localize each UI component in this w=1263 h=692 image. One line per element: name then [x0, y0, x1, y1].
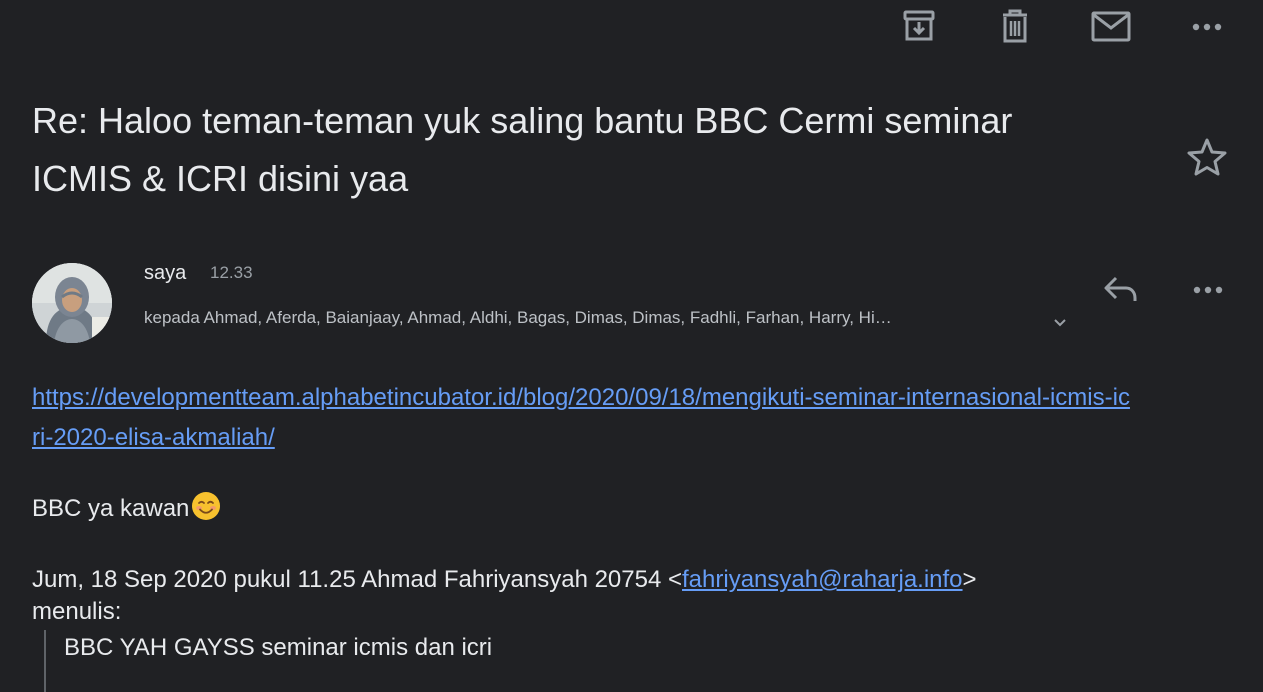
archive-icon: [903, 10, 935, 41]
more-options-button[interactable]: [1185, 4, 1229, 48]
email-subject: Re: Haloo teman-teman yuk saling bantu B…: [32, 100, 1013, 199]
star-icon: [1187, 138, 1227, 176]
quoted-sender-email-link[interactable]: fahriyansyah@raharja.info: [682, 566, 963, 593]
reply-button[interactable]: [1096, 264, 1144, 312]
smiling-face-emoji-icon: [192, 492, 221, 520]
body-text: BBC ya kawan: [32, 495, 190, 522]
more-horizontal-icon: [1193, 286, 1223, 294]
mark-unread-button[interactable]: [1089, 4, 1133, 48]
profile-photo: [32, 263, 112, 343]
chevron-down-icon: [1054, 319, 1066, 327]
sent-time: 12.33: [210, 263, 253, 282]
trash-icon: [1003, 9, 1027, 43]
quote-header-line2: menulis:: [32, 598, 122, 625]
star-button[interactable]: [1184, 134, 1230, 180]
email-view: Re: Haloo teman-teman yuk saling bantu B…: [0, 0, 1263, 692]
quote-header-suffix: >: [962, 566, 977, 593]
show-details-button[interactable]: [1048, 310, 1072, 334]
sender-name[interactable]: saya: [144, 259, 186, 287]
body-link[interactable]: https://developmentteam.alphabetincubato…: [32, 378, 1132, 458]
avatar[interactable]: [32, 263, 112, 343]
toolbar: [0, 0, 1263, 56]
message-more-button[interactable]: [1184, 264, 1232, 312]
recipients-list[interactable]: kepada Ahmad, Aferda, Baianjaay, Ahmad, …: [144, 305, 1036, 331]
archive-button[interactable]: [897, 4, 941, 48]
mail-icon: [1091, 11, 1131, 42]
quote-bar: [44, 630, 46, 692]
reply-icon: [1104, 276, 1137, 301]
delete-button[interactable]: [993, 4, 1037, 48]
quoted-text: BBC YAH GAYSS seminar icmis dan icri: [64, 634, 493, 661]
quote-header-prefix: Jum, 18 Sep 2020 pukul 11.25 Ahmad Fahri…: [32, 566, 683, 593]
quote-attribution: Jum, 18 Sep 2020 pukul 11.25 Ahmad Fahri…: [32, 564, 1232, 628]
body-text-line: BBC ya kawan: [32, 491, 221, 527]
more-horizontal-icon: [1192, 23, 1222, 31]
